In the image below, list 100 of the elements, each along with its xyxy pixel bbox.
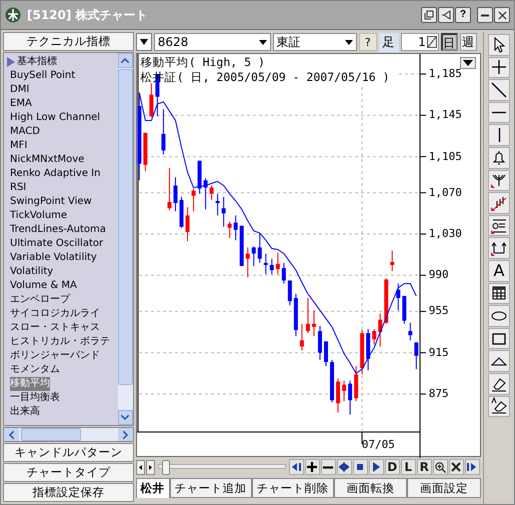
chart-tab[interactable]: チャート追加	[170, 478, 252, 498]
zoom-in-button[interactable]	[304, 459, 320, 475]
crosshair-button[interactable]	[488, 56, 510, 78]
eraser-button[interactable]	[488, 372, 510, 394]
close-icon	[498, 10, 506, 20]
period-button[interactable]: 週	[460, 33, 477, 51]
minimize-button[interactable]	[477, 7, 493, 23]
indicator-item[interactable]: RSI	[7, 181, 118, 195]
market-combo[interactable]: 東証	[272, 33, 357, 51]
indicator-item[interactable]: Volatility	[7, 265, 118, 279]
range-slider[interactable]	[156, 459, 288, 475]
first-button[interactable]	[288, 459, 304, 475]
table-button[interactable]	[488, 282, 510, 304]
close-button[interactable]	[494, 7, 510, 23]
mode-button[interactable]: D	[384, 459, 400, 475]
skip-left-icon	[291, 462, 302, 472]
indicator-item[interactable]: 基本指標	[7, 55, 118, 69]
chart-tab[interactable]: 松井	[136, 478, 170, 498]
indicator-item[interactable]: TrendLines-Automa	[7, 223, 118, 237]
chart-tab[interactable]: 画面転換	[334, 478, 408, 498]
indicator-item[interactable]: NickMNxtMove	[7, 153, 118, 167]
mode-button[interactable]: L	[400, 459, 416, 475]
indicator-item[interactable]: サイコロジカルライ	[7, 307, 118, 321]
trend-line-button[interactable]	[488, 79, 510, 101]
indicator-item[interactable]: Renko Adaptive In	[7, 167, 118, 181]
candlestick	[318, 325, 322, 360]
candlestick	[366, 328, 370, 371]
caret-icon	[463, 60, 474, 66]
period-button[interactable]: 日	[440, 33, 458, 51]
close-chart-button[interactable]	[448, 459, 464, 475]
alert-button[interactable]	[488, 146, 510, 169]
parallel-lines-button[interactable]	[488, 192, 510, 214]
bracket-button[interactable]	[488, 237, 510, 259]
indicator-item[interactable]: Ultimate Oscillator	[7, 237, 118, 251]
horizontal-line-button[interactable]	[488, 102, 510, 124]
indicator-item[interactable]: ヒストリカル・ボラテ	[7, 335, 118, 349]
close-icon	[451, 462, 462, 472]
help-button[interactable]: ?	[455, 7, 471, 23]
indicator-item[interactable]: スロー・ストキャス	[7, 321, 118, 335]
fit-button[interactable]	[336, 459, 352, 475]
chart-tab[interactable]: チャート削除	[252, 478, 334, 498]
symbol-combo[interactable]: 8628	[154, 33, 271, 51]
panel-button[interactable]: 指標設定保存	[3, 483, 134, 502]
y-axis-label: 1,030	[428, 227, 462, 242]
indicator-item[interactable]: EMA	[7, 97, 118, 111]
indicator-item[interactable]: エンベロープ	[7, 293, 118, 307]
pin-button[interactable]	[438, 7, 454, 23]
fan-lines-button[interactable]	[488, 170, 510, 192]
indicator-item[interactable]: Variable Volatility	[7, 251, 118, 265]
popout-button[interactable]	[421, 7, 437, 23]
indicator-item[interactable]: Volume & MA	[7, 279, 118, 293]
horizontal-scrollbar[interactable]	[3, 427, 134, 442]
play-button[interactable]	[368, 459, 384, 475]
scroll-left-button[interactable]	[136, 460, 145, 474]
indicator-item[interactable]: DMI	[7, 83, 118, 97]
vertical-scrollbar[interactable]	[118, 53, 133, 425]
candlestick	[378, 313, 382, 348]
indicator-item[interactable]: 移動平均	[7, 377, 118, 391]
indicator-item[interactable]: 一目均衡表	[7, 391, 118, 405]
candlestick	[414, 342, 418, 370]
panel-button[interactable]: チャートタイプ	[3, 463, 134, 482]
stop-button[interactable]	[352, 459, 368, 475]
menu-dropdown-button[interactable]	[136, 33, 152, 51]
cursor-button[interactable]	[488, 34, 510, 56]
chart-tab[interactable]: 画面設定	[407, 478, 482, 498]
app-logo-icon	[5, 7, 21, 23]
candlestick	[372, 328, 376, 345]
bar-count-field[interactable]: 1	[400, 33, 439, 51]
mode-button[interactable]: R	[416, 459, 432, 475]
indicator-item[interactable]: モメンタム	[7, 363, 118, 377]
plus-icon	[307, 462, 318, 472]
indicator-item[interactable]: MFI	[7, 139, 118, 153]
indicator-item[interactable]: ボリンジャーバンド	[7, 349, 118, 363]
text-tool-button[interactable]: A	[488, 260, 510, 282]
indicator-item[interactable]: TickVolume	[7, 209, 118, 223]
last-button[interactable]	[464, 459, 480, 475]
scroll-right-button[interactable]	[146, 460, 155, 474]
indicator-item[interactable]: High Low Channel	[7, 111, 118, 125]
zoom-button[interactable]	[432, 459, 448, 475]
chart-menu-button[interactable]	[460, 57, 476, 69]
diagonal-line-icon	[490, 80, 508, 99]
indicator-item[interactable]: 出来高	[7, 405, 118, 419]
y-axis-label: 1,070	[428, 186, 462, 200]
ellipse-button[interactable]	[488, 305, 510, 327]
chart-legend-text: 移動平均( High, 5 )	[140, 55, 266, 70]
help-button[interactable]: ?	[358, 33, 377, 51]
indicator-item[interactable]: MACD	[7, 125, 118, 139]
rectangle-button[interactable]	[488, 328, 510, 350]
indicator-item[interactable]: BuySell Point	[7, 69, 118, 83]
candlestick	[270, 258, 274, 275]
vertical-line-button[interactable]	[488, 124, 510, 146]
triangle-button[interactable]	[488, 350, 510, 372]
candlestick	[149, 82, 154, 118]
erase-all-button[interactable]	[488, 396, 510, 418]
technical-indicators-button[interactable]: テクニカル指標	[3, 32, 134, 51]
panel-button[interactable]: キャンドルパターン	[3, 443, 134, 462]
indicator-item[interactable]: SwingPoint View	[7, 195, 118, 209]
label-button[interactable]	[488, 214, 510, 236]
scroll-down-icon	[121, 415, 130, 420]
zoom-out-button[interactable]	[320, 459, 336, 475]
